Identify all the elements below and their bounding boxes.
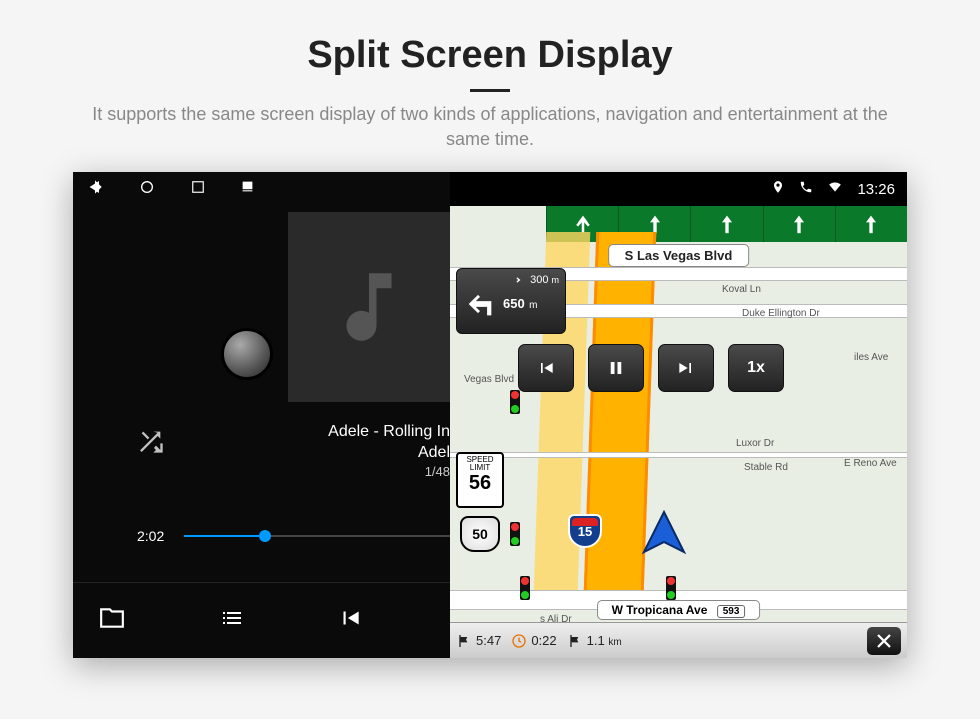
list-icon	[217, 606, 247, 630]
android-status-bar: 13:26	[450, 172, 907, 206]
distance-remaining-stat: 1.1 km	[567, 633, 622, 649]
joystick-knob[interactable]	[221, 328, 273, 380]
lane-arrow	[835, 206, 907, 242]
turn-instruction-panel: 300 m 650 m	[456, 268, 566, 334]
device-frame: Adele - Rolling In Adel 1/48 2:02	[73, 172, 907, 658]
road-label: iles Ave	[854, 352, 888, 363]
album-art-placeholder	[288, 212, 450, 402]
traffic-light-icon	[520, 576, 530, 600]
road-label: Vegas Blvd	[464, 374, 514, 385]
turn-left-icon	[463, 287, 497, 321]
skip-previous-icon	[536, 358, 556, 378]
nav-prev-button[interactable]	[518, 344, 574, 392]
notification-icon[interactable]	[241, 180, 254, 198]
location-icon	[771, 180, 785, 198]
previous-track-button[interactable]	[337, 605, 363, 636]
traffic-light-icon	[666, 576, 676, 600]
elapsed-time: 2:02	[137, 528, 164, 544]
music-player-pane: Adele - Rolling In Adel 1/48 2:02	[73, 172, 450, 658]
nav-close-button[interactable]	[867, 627, 901, 655]
track-index: 1/48	[328, 464, 450, 481]
playback-speed-button[interactable]: 1x	[728, 344, 784, 392]
pause-icon	[607, 358, 625, 378]
eta-stat: 5:47	[456, 633, 501, 649]
track-artist: Adel	[328, 443, 450, 464]
road-label: Luxor Dr	[736, 438, 774, 449]
time-remaining-stat: 0:22	[511, 633, 556, 649]
next-street-label: W Tropicana Ave 593	[597, 600, 761, 620]
back-icon[interactable]	[87, 179, 103, 200]
road-label: Stable Rd	[744, 462, 788, 473]
flag-icon	[567, 633, 583, 649]
nav-next-button[interactable]	[658, 344, 714, 392]
player-bottom-bar	[73, 582, 450, 658]
folder-button[interactable]	[97, 605, 127, 636]
speed-limit-sign: SPEED LIMIT 56	[456, 452, 504, 508]
track-title: Adele - Rolling In	[328, 422, 450, 443]
folder-icon	[97, 605, 127, 631]
navigation-pane: 13:26 Koval Ln Duke Ellington Dr Vegas B…	[450, 172, 907, 658]
skip-next-icon	[676, 358, 696, 378]
title-underline	[470, 89, 510, 92]
page-subtitle: It supports the same screen display of t…	[80, 102, 900, 152]
road-label: Duke Ellington Dr	[742, 308, 820, 319]
speed-limit-label: LIMIT	[458, 464, 502, 472]
home-icon[interactable]	[139, 179, 155, 200]
turn-right-small-icon	[510, 273, 524, 287]
nav-status-bar: 5:47 0:22 1.1 km	[450, 622, 907, 658]
traffic-light-icon	[510, 522, 520, 546]
android-nav-bar	[73, 172, 450, 206]
progress-row: 2:02	[137, 528, 450, 544]
next-turn-distance: 300 m	[530, 274, 559, 286]
speed-limit-value: 56	[458, 472, 502, 495]
traffic-light-icon	[510, 390, 520, 414]
lane-arrow	[690, 206, 762, 242]
lane-guidance-bar	[450, 206, 907, 242]
route-ref-badge: 593	[717, 605, 746, 618]
flag-icon	[456, 633, 472, 649]
lane-arrow	[763, 206, 835, 242]
status-time: 13:26	[857, 181, 895, 198]
phone-icon	[799, 180, 813, 198]
page-title: Split Screen Display	[307, 34, 672, 77]
close-icon	[875, 632, 893, 650]
playlist-button[interactable]	[217, 606, 247, 635]
track-info: Adele - Rolling In Adel 1/48	[328, 422, 450, 480]
road-label: E Reno Ave	[844, 458, 897, 469]
map-road	[450, 452, 907, 458]
main-turn-distance: 650 m	[503, 295, 538, 313]
shuffle-button[interactable]	[137, 427, 165, 460]
nav-media-controls: 1x	[518, 344, 784, 392]
skip-previous-icon	[337, 605, 363, 631]
progress-knob[interactable]	[259, 530, 271, 542]
nav-pause-button[interactable]	[588, 344, 644, 392]
road-label: Koval Ln	[722, 284, 761, 295]
music-note-icon	[324, 262, 414, 352]
current-street-label: S Las Vegas Blvd	[608, 244, 750, 267]
progress-bar[interactable]	[184, 535, 450, 537]
wifi-icon	[827, 180, 843, 198]
recent-apps-icon[interactable]	[191, 180, 205, 199]
highway-shield: 50	[460, 516, 500, 552]
current-position-arrow	[640, 508, 688, 561]
shuffle-icon	[137, 427, 165, 455]
clock-icon	[511, 633, 527, 649]
